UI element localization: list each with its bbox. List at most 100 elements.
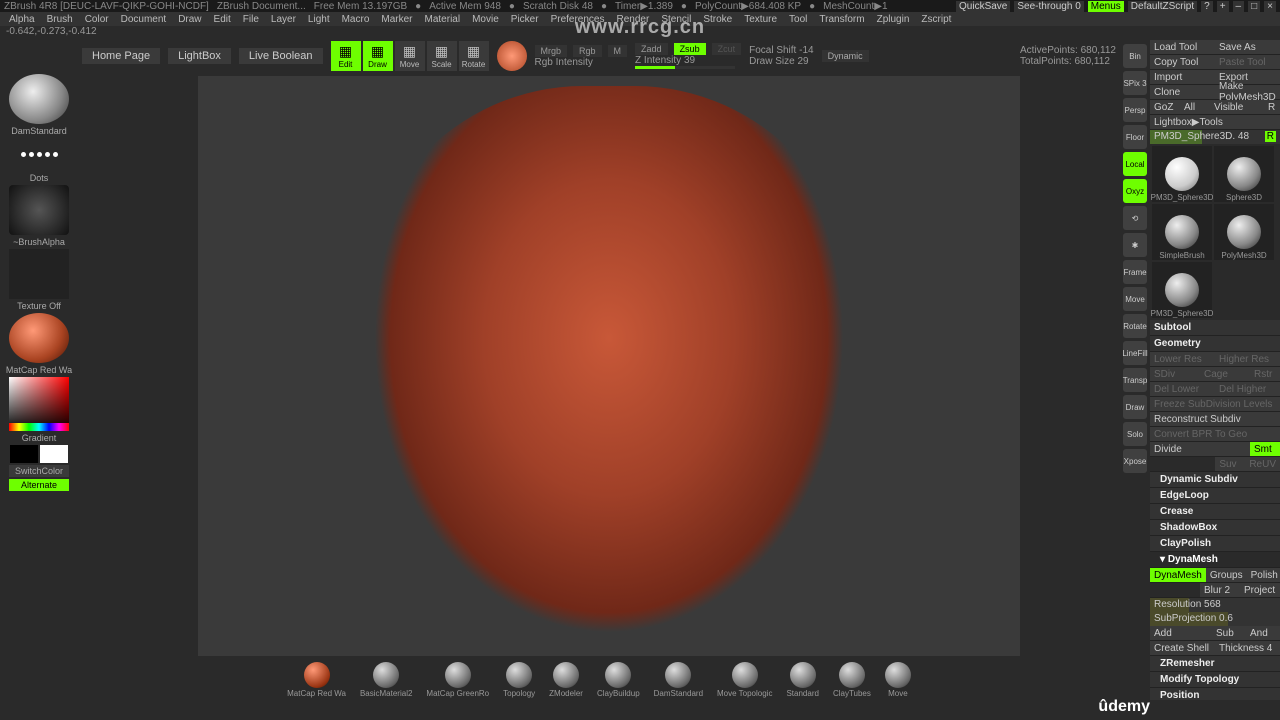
freeze-btn[interactable]: Freeze SubDivision Levels <box>1150 397 1280 411</box>
brush-damstandard[interactable]: DamStandard <box>654 662 703 698</box>
modtopo-header[interactable]: Modify Topology <box>1150 672 1280 688</box>
brush-thumb[interactable] <box>9 74 69 124</box>
menu-stroke[interactable]: Stroke <box>698 14 737 25</box>
mrgb-chip[interactable]: Mrgb <box>535 45 568 57</box>
menu-document[interactable]: Document <box>116 14 172 25</box>
higherres-btn[interactable]: Higher Res <box>1215 352 1280 366</box>
tool-polymesh3d[interactable]: PolyMesh3D <box>1214 204 1274 260</box>
menu-stencil[interactable]: Stencil <box>656 14 696 25</box>
add-btn[interactable]: Add <box>1150 626 1212 640</box>
help-icon[interactable]: ? <box>1201 1 1213 12</box>
swatch-row[interactable] <box>10 445 68 463</box>
crease-header[interactable]: Crease <box>1150 504 1280 520</box>
subproj-slider[interactable]: SubProjection 0.6 <box>1150 612 1280 626</box>
brush-matcap-red-wa[interactable]: MatCap Red Wa <box>287 662 346 698</box>
brush-topology[interactable]: Topology <box>503 662 535 698</box>
maximize-icon[interactable]: □ <box>1248 1 1260 12</box>
dynamesh-header[interactable]: ▾ DynaMesh <box>1150 552 1280 568</box>
reuv-btn[interactable]: ReUV <box>1245 457 1280 471</box>
oxyz-icon[interactable]: Oxyz <box>1123 179 1147 203</box>
smt-btn[interactable]: Smt <box>1250 442 1280 456</box>
polish-btn[interactable]: Polish <box>1247 568 1280 582</box>
groups-btn[interactable]: Groups <box>1206 568 1247 582</box>
zcut-chip[interactable]: Zcut <box>712 43 742 55</box>
dynamic-chip[interactable]: Dynamic <box>822 50 869 62</box>
loadtool-btn[interactable]: Load Tool <box>1150 40 1215 54</box>
xpose-icon[interactable]: Xpose <box>1123 449 1147 473</box>
brush-move-topologic[interactable]: Move Topologic <box>717 662 772 698</box>
menu-file[interactable]: File <box>238 14 264 25</box>
menu-zscript[interactable]: Zscript <box>916 14 956 25</box>
zadd-chip[interactable]: Zadd <box>635 43 668 55</box>
blur-btn[interactable]: Blur 2 <box>1200 583 1240 597</box>
edit-mode[interactable]: ▦Edit <box>331 41 361 71</box>
frame-icon[interactable]: Frame <box>1123 260 1147 284</box>
close-icon[interactable]: × <box>1264 1 1276 12</box>
tool-sphere3d[interactable]: Sphere3D <box>1214 146 1274 202</box>
suv-btn[interactable]: Suv <box>1215 457 1245 471</box>
menu-movie[interactable]: Movie <box>467 14 504 25</box>
makepoly-btn[interactable]: Make PolyMesh3D <box>1215 85 1280 99</box>
sdiv-slider[interactable]: SDiv <box>1150 367 1200 381</box>
menu-texture[interactable]: Texture <box>739 14 782 25</box>
solo-icon[interactable]: Solo <box>1123 422 1147 446</box>
m-chip[interactable]: M <box>608 45 628 57</box>
minimize-icon[interactable]: – <box>1233 1 1245 12</box>
goz-btn[interactable]: GoZ <box>1150 100 1180 114</box>
tool-pm3d_sphere3d[interactable]: PM3D_Sphere3D <box>1152 262 1212 318</box>
r-btn[interactable]: R <box>1264 100 1280 114</box>
menu-transform[interactable]: Transform <box>814 14 869 25</box>
focal-shift[interactable]: Focal Shift -14 <box>749 45 813 56</box>
tool-simplebrush[interactable]: SimpleBrush <box>1152 204 1212 260</box>
viewport[interactable] <box>198 76 1020 656</box>
menu-tool[interactable]: Tool <box>784 14 812 25</box>
floor-icon[interactable]: Floor <box>1123 125 1147 149</box>
lightbox-btn[interactable]: LightBox <box>168 48 231 64</box>
import-btn[interactable]: Import <box>1150 70 1215 84</box>
resolution-slider[interactable]: Resolution 568 <box>1150 598 1280 612</box>
brush-claybuildup[interactable]: ClayBuildup <box>597 662 640 698</box>
menu-light[interactable]: Light <box>303 14 335 25</box>
divide-btn[interactable]: Divide <box>1150 442 1250 456</box>
and-btn[interactable]: And <box>1246 626 1280 640</box>
spix-3-icon[interactable]: SPix 3 <box>1123 71 1147 95</box>
pastetool-btn[interactable]: Paste Tool <box>1215 55 1280 69</box>
brush-zmodeler[interactable]: ZModeler <box>549 662 583 698</box>
subtool-header[interactable]: Subtool <box>1150 320 1280 336</box>
livebool-btn[interactable]: Live Boolean <box>239 48 323 64</box>
menu-marker[interactable]: Marker <box>376 14 417 25</box>
menu-brush[interactable]: Brush <box>42 14 78 25</box>
defaultz-btn[interactable]: DefaultZScript <box>1128 1 1197 12</box>
⟲-icon[interactable]: ⟲ <box>1123 206 1147 230</box>
brush-claytubes[interactable]: ClayTubes <box>833 662 871 698</box>
menu-alpha[interactable]: Alpha <box>4 14 40 25</box>
brush-move[interactable]: Move <box>885 662 911 698</box>
material-thumb[interactable] <box>9 313 69 363</box>
seethrough[interactable]: See-through 0 <box>1014 1 1083 12</box>
quicksave-btn[interactable]: QuickSave <box>956 1 1010 12</box>
convert-btn[interactable]: Convert BPR To Geo <box>1150 427 1280 441</box>
dellower-btn[interactable]: Del Lower <box>1150 382 1215 396</box>
menu-preferences[interactable]: Preferences <box>546 14 610 25</box>
position-header[interactable]: Position <box>1150 688 1280 700</box>
zsub-chip[interactable]: Zsub <box>674 43 706 55</box>
home-btn[interactable]: Home Page <box>82 48 160 64</box>
move-icon[interactable]: Move <box>1123 287 1147 311</box>
✱-icon[interactable]: ✱ <box>1123 233 1147 257</box>
copytool-btn[interactable]: Copy Tool <box>1150 55 1215 69</box>
gradient-label[interactable]: Gradient <box>2 433 76 443</box>
rotate-icon[interactable]: Rotate <box>1123 314 1147 338</box>
z-intensity[interactable]: Z Intensity 39 <box>635 55 741 66</box>
rgb-intensity[interactable]: Rgb Intensity <box>535 57 628 68</box>
persp-icon[interactable]: Persp <box>1123 98 1147 122</box>
dynsubdiv-header[interactable]: Dynamic Subdiv <box>1150 472 1280 488</box>
visible-btn[interactable]: Visible <box>1210 100 1264 114</box>
scale-mode[interactable]: ▦Scale <box>427 41 457 71</box>
rotate-mode[interactable]: ▦Rotate <box>459 41 489 71</box>
menu-draw[interactable]: Draw <box>173 14 206 25</box>
rstr-btn[interactable]: Rstr <box>1250 367 1280 381</box>
color-picker[interactable] <box>9 377 69 431</box>
zremesher-header[interactable]: ZRemesher <box>1150 656 1280 672</box>
alternate-btn[interactable]: Alternate <box>9 479 69 491</box>
move-mode[interactable]: ▦Move <box>395 41 425 71</box>
